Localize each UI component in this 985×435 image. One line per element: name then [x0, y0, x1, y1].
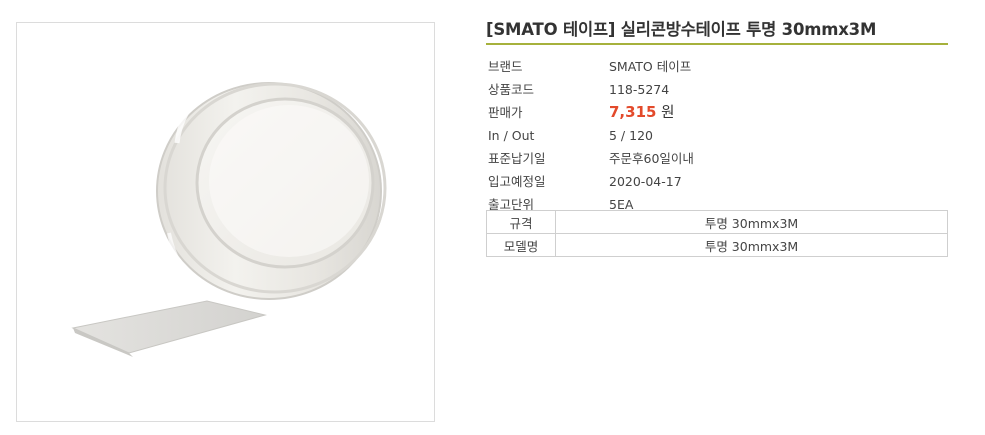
- option-value: 투명 30mmx3M: [555, 233, 948, 257]
- spec-label: 브랜드: [488, 59, 523, 74]
- table-row: 규격 투명 30mmx3M: [486, 210, 948, 234]
- title-divider: [486, 43, 948, 45]
- product-info-panel: [SMATO 테이프] 실리콘방수테이프 투명 30mmx3M 브랜드 SMAT…: [486, 16, 948, 257]
- spec-row-arrival-date: 입고예정일 2020-04-17: [486, 170, 948, 193]
- spec-value: 2020-04-17: [609, 174, 682, 189]
- product-title: [SMATO 테이프] 실리콘방수테이프 투명 30mmx3M: [486, 20, 877, 39]
- spec-row-price: 판매가 7,315 원: [486, 101, 948, 124]
- product-image: [71, 80, 387, 357]
- spec-row-lead-time: 표준납기일 주문후60일이내: [486, 147, 948, 170]
- option-key: 규격: [486, 210, 556, 234]
- spec-value: 5 / 120: [609, 128, 653, 143]
- spec-row-product-code: 상품코드 118-5274: [486, 78, 948, 101]
- table-row: 모델명 투명 30mmx3M: [486, 233, 948, 257]
- price-value: 7,315 원: [609, 101, 674, 125]
- options-table: 규격 투명 30mmx3M 모델명 투명 30mmx3M: [486, 210, 948, 257]
- price-currency: 원: [661, 105, 675, 121]
- spec-list: 브랜드 SMATO 테이프 상품코드 118-5274 판매가 7,315 원 …: [486, 55, 948, 216]
- price-amount: 7,315: [609, 103, 657, 121]
- spec-value: SMATO 테이프: [609, 59, 692, 74]
- spec-row-brand: 브랜드 SMATO 테이프: [486, 55, 948, 78]
- spec-label: 입고예정일: [488, 174, 546, 189]
- spec-label: In / Out: [488, 128, 535, 143]
- spec-label: 판매가: [488, 105, 523, 120]
- spec-label: 상품코드: [488, 82, 535, 97]
- option-value: 투명 30mmx3M: [555, 210, 948, 234]
- spec-label: 표준납기일: [488, 151, 546, 166]
- option-key: 모델명: [486, 233, 556, 257]
- spec-value: 주문후60일이내: [609, 151, 694, 166]
- spec-row-in-out: In / Out 5 / 120: [486, 124, 948, 147]
- spec-value: 118-5274: [609, 82, 670, 97]
- product-image-frame[interactable]: [16, 22, 435, 422]
